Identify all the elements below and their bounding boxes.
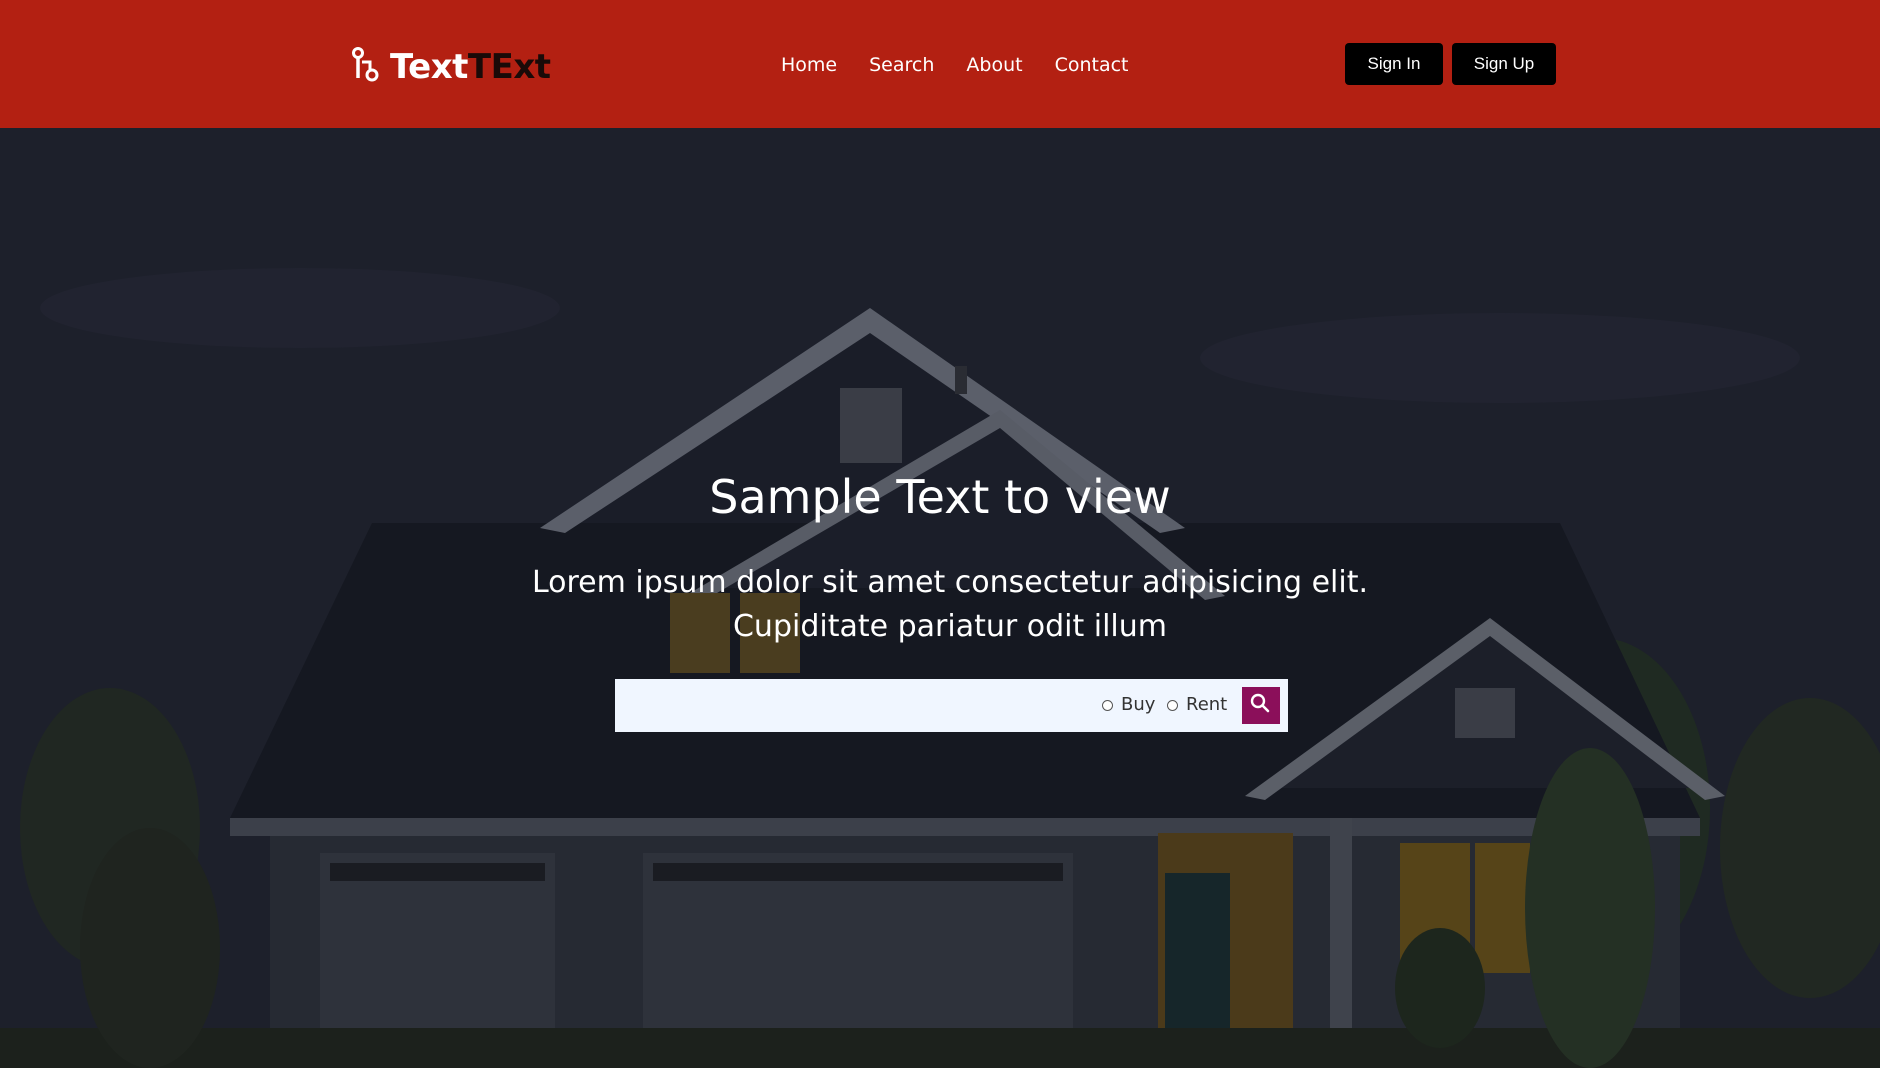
site-header: TextTExt Home Search About Contact Sign …	[0, 0, 1880, 128]
logo-text-primary: Text	[390, 47, 468, 87]
site-logo[interactable]: TextTExt	[350, 38, 551, 88]
hero-subtitle: Lorem ipsum dolor sit amet consectetur a…	[531, 565, 1369, 644]
nav-home[interactable]: Home	[781, 52, 837, 78]
buy-radio[interactable]	[1102, 699, 1113, 711]
sign-up-button[interactable]: Sign Up	[1452, 43, 1556, 85]
buy-label: Buy	[1121, 694, 1156, 715]
property-search-bar: Buy Rent	[615, 679, 1288, 732]
key-logo-icon	[352, 47, 379, 82]
sign-in-button[interactable]: Sign In	[1345, 43, 1443, 85]
rent-option[interactable]: Rent	[1167, 692, 1227, 718]
nav-search[interactable]: Search	[869, 52, 934, 78]
search-icon	[1250, 693, 1270, 713]
nav-contact[interactable]: Contact	[1055, 52, 1129, 78]
buy-option[interactable]: Buy	[1102, 692, 1155, 718]
hero-title: Sample Text to view	[709, 470, 1171, 524]
search-button[interactable]	[1242, 687, 1280, 724]
rent-radio[interactable]	[1167, 699, 1178, 711]
nav-about[interactable]: About	[966, 52, 1022, 78]
search-input[interactable]	[615, 679, 1095, 732]
main-nav: Home Search About Contact	[781, 52, 1161, 78]
logo-text-secondary: TExt	[467, 47, 551, 87]
hero-section: Sample Text to view Lorem ipsum dolor si…	[0, 128, 1880, 1068]
rent-label: Rent	[1186, 694, 1228, 715]
